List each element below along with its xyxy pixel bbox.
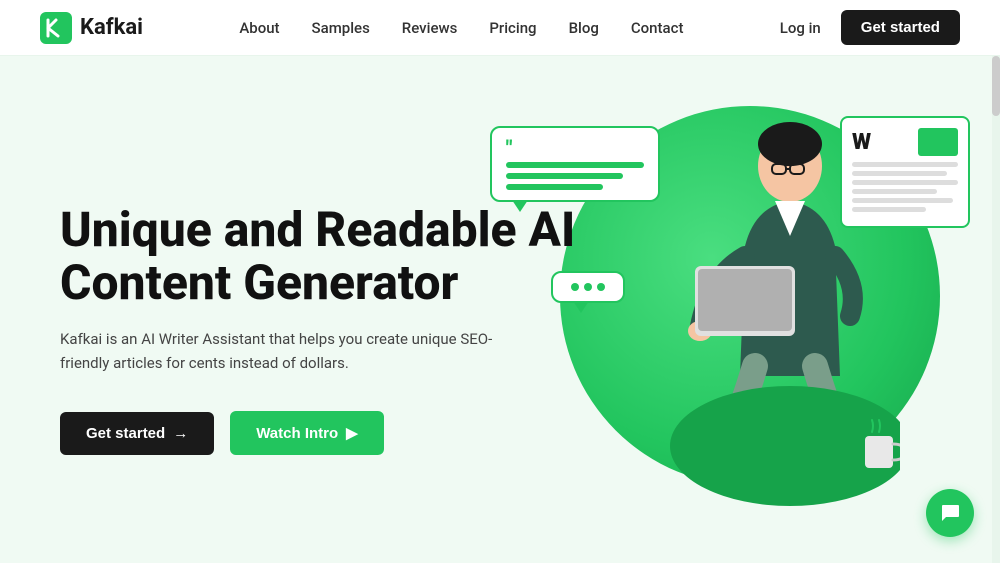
hero-buttons: Get started → Watch Intro ▶ xyxy=(60,411,580,455)
doc-line-2 xyxy=(852,171,947,176)
dot-3 xyxy=(597,283,605,291)
nav-blog[interactable]: Blog xyxy=(569,19,599,37)
doc-image-placeholder xyxy=(918,128,958,156)
doc-line-1 xyxy=(852,162,958,167)
nav-get-started-button[interactable]: Get started xyxy=(841,10,960,45)
hero-document-card: W xyxy=(840,116,970,228)
hero-watch-intro-button[interactable]: Watch Intro ▶ xyxy=(230,411,383,455)
doc-w-letter: W xyxy=(852,130,871,155)
nav-samples[interactable]: Samples xyxy=(312,19,370,37)
nav-reviews[interactable]: Reviews xyxy=(402,19,458,37)
hero-title: Unique and Readable AI Content Generator xyxy=(60,204,580,310)
hero-get-started-button[interactable]: Get started → xyxy=(60,412,214,455)
scrollbar[interactable] xyxy=(992,56,1000,563)
nav-about[interactable]: About xyxy=(239,19,279,37)
kafkai-logo-icon xyxy=(40,12,72,44)
dot-1 xyxy=(571,283,579,291)
doc-line-4 xyxy=(852,189,937,194)
hero-content: Unique and Readable AI Content Generator… xyxy=(60,204,580,456)
doc-line-5 xyxy=(852,198,953,203)
dot-2 xyxy=(584,283,592,291)
scrollbar-thumb[interactable] xyxy=(992,56,1000,116)
nav-actions: Log in Get started xyxy=(780,10,960,45)
chat-fab-button[interactable] xyxy=(926,489,974,537)
logo-text: Kafkai xyxy=(80,15,143,40)
doc-line-3 xyxy=(852,180,958,185)
bubble-line-2 xyxy=(506,173,623,179)
bubble-line-3 xyxy=(506,184,603,190)
navbar: Kafkai About Samples Reviews Pricing Blo… xyxy=(0,0,1000,56)
login-link[interactable]: Log in xyxy=(780,19,821,37)
logo-link[interactable]: Kafkai xyxy=(40,12,143,44)
nav-contact[interactable]: Contact xyxy=(631,19,684,37)
doc-card-header: W xyxy=(852,128,958,156)
chat-fab-icon xyxy=(939,502,961,524)
hero-section: Unique and Readable AI Content Generator… xyxy=(0,56,1000,563)
quote-mark-icon: " xyxy=(506,138,644,158)
bubble-lines xyxy=(506,162,644,190)
hero-dots-bubble xyxy=(551,271,625,303)
nav-pricing[interactable]: Pricing xyxy=(489,19,536,37)
nav-links: About Samples Reviews Pricing Blog Conta… xyxy=(239,18,683,37)
bubble-line-1 xyxy=(506,162,644,168)
hero-quote-bubble: " xyxy=(490,126,660,202)
doc-line-6 xyxy=(852,207,926,212)
hero-subtitle: Kafkai is an AI Writer Assistant that he… xyxy=(60,327,520,375)
